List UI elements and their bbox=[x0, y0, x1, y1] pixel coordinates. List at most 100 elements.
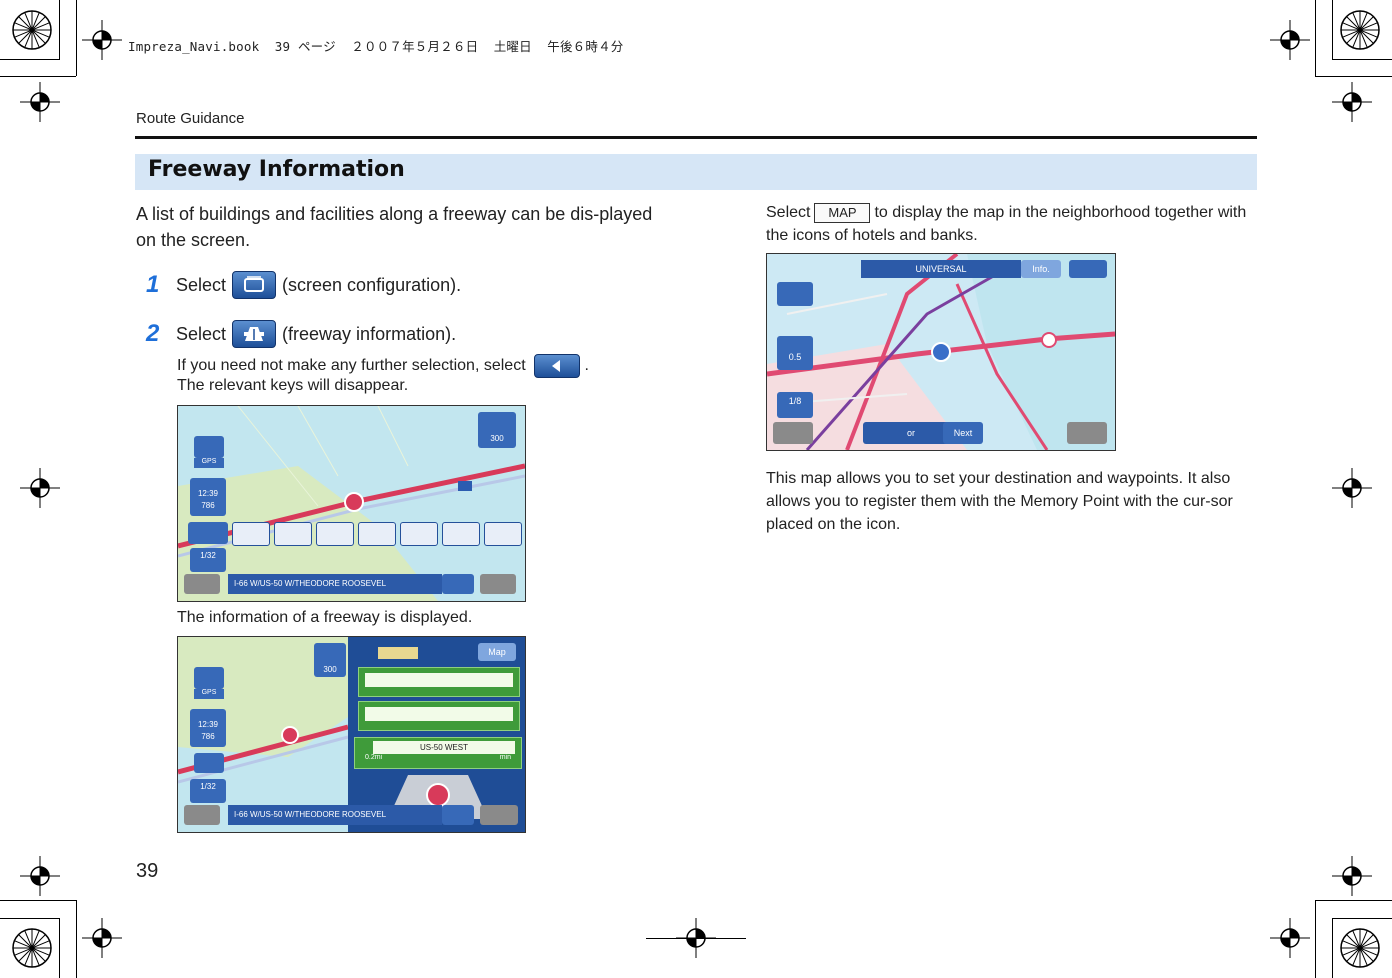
map-button[interactable]: Map bbox=[478, 643, 516, 661]
crosshair-target-icon bbox=[1332, 82, 1372, 122]
key-button[interactable] bbox=[484, 522, 522, 546]
note-line-2: The relevant keys will disappear. bbox=[177, 377, 409, 394]
zoom-out-button[interactable] bbox=[480, 574, 516, 594]
intro-paragraph: A list of buildings and facilities along… bbox=[136, 204, 653, 250]
map-description-paragraph: This map allows you to set your destinat… bbox=[766, 470, 1233, 533]
header-rule bbox=[135, 136, 1257, 139]
crop-mark bbox=[1332, 0, 1333, 60]
screen-config-key[interactable] bbox=[194, 753, 224, 773]
crop-mark bbox=[0, 59, 60, 60]
page-number: 39 bbox=[136, 860, 159, 882]
freeway-exit-entry[interactable]: US-50 WEST 0.2mi min bbox=[354, 737, 522, 769]
crop-mark bbox=[0, 900, 76, 901]
gps-label: GPS bbox=[194, 458, 224, 468]
map-key-button[interactable]: MAP bbox=[814, 202, 871, 223]
caption-freeway: The information of a freeway is displaye… bbox=[177, 609, 473, 626]
crosshair-target-icon bbox=[82, 20, 122, 60]
map-image bbox=[178, 406, 525, 601]
note-text-after: . bbox=[584, 357, 589, 375]
crosshair-target-icon bbox=[1332, 468, 1372, 508]
info-button[interactable]: Info. bbox=[1021, 260, 1061, 278]
next-button[interactable]: Next bbox=[943, 422, 983, 444]
registration-rosette-icon bbox=[12, 928, 52, 968]
road-status-bar: I-66 W/US-50 W/THEODORE ROOSEVEL bbox=[228, 805, 442, 825]
arrival-time: 12:39 bbox=[197, 720, 219, 729]
map-intro-before: Select bbox=[766, 204, 811, 221]
note-text: If you need not make any further selecti… bbox=[177, 357, 526, 375]
volume-button[interactable] bbox=[442, 574, 474, 594]
note-line: If you need not make any further selecti… bbox=[177, 354, 589, 378]
distance-panel: 0.5 bbox=[777, 336, 813, 370]
key-button[interactable] bbox=[316, 522, 354, 546]
nav-screen-poi-map: UNIVERSAL Info. 0.5 1/8 or Next bbox=[766, 253, 1116, 451]
remaining-distance: 786 bbox=[201, 501, 215, 510]
turn-distance: 300 bbox=[490, 434, 504, 443]
crosshair-target-icon bbox=[82, 918, 122, 958]
gps-label: GPS bbox=[194, 689, 224, 699]
time-distance-panel: 12:39 786 bbox=[190, 478, 226, 516]
freeway-info-button[interactable] bbox=[232, 320, 277, 348]
return-button[interactable] bbox=[1069, 260, 1107, 278]
crosshair-target-icon bbox=[20, 468, 60, 508]
key-button[interactable] bbox=[274, 522, 312, 546]
exit-label: US-50 WEST bbox=[373, 741, 515, 754]
north-indicator-icon[interactable] bbox=[194, 667, 224, 689]
crosshair-target-icon bbox=[1332, 856, 1372, 896]
key-button[interactable] bbox=[358, 522, 396, 546]
zoom-out-button[interactable] bbox=[1067, 422, 1107, 444]
freeway-info-panel: Map US-50 WEST 0.2mi min bbox=[348, 637, 525, 832]
step-number: 1 bbox=[146, 271, 160, 298]
vehicle-position-icon bbox=[426, 783, 450, 807]
nav-screen-keys: GPS 12:39 786 300 1/32 I-66 W/US-50 W/TH… bbox=[177, 405, 526, 602]
back-key-button[interactable] bbox=[188, 522, 228, 544]
key-button[interactable] bbox=[232, 522, 270, 546]
step-number: 2 bbox=[146, 320, 160, 347]
crosshair-target-icon bbox=[20, 856, 60, 896]
key-button[interactable] bbox=[400, 522, 438, 546]
crop-mark bbox=[1315, 900, 1316, 978]
crop-mark bbox=[1332, 59, 1392, 60]
turn-arrow-panel: 300 bbox=[314, 643, 346, 677]
freeway-info-key[interactable] bbox=[442, 522, 480, 546]
step-text-after: (screen configuration). bbox=[282, 274, 462, 295]
zoom-in-button[interactable] bbox=[184, 574, 220, 594]
zoom-in-button[interactable] bbox=[773, 422, 813, 444]
scale-indicator: 1/8 bbox=[777, 392, 813, 418]
crosshair-target-icon bbox=[1270, 918, 1310, 958]
crop-mark bbox=[59, 0, 60, 60]
crop-mark bbox=[646, 938, 746, 939]
scale-indicator: 1/32 bbox=[190, 548, 226, 572]
registration-rosette-icon bbox=[1340, 10, 1380, 50]
crop-mark bbox=[1315, 900, 1392, 901]
crop-mark bbox=[0, 918, 60, 919]
road-status-bar: I-66 W/US-50 W/THEODORE ROOSEVEL bbox=[228, 574, 442, 594]
crop-mark bbox=[1332, 918, 1333, 978]
north-indicator-icon[interactable] bbox=[194, 436, 224, 458]
arrival-time: 12:39 bbox=[197, 489, 219, 498]
poi-title-bar: UNIVERSAL bbox=[861, 260, 1021, 278]
zoom-out-button[interactable] bbox=[480, 805, 518, 825]
crosshair-target-icon bbox=[20, 82, 60, 122]
screen-config-icon bbox=[244, 276, 265, 292]
north-indicator-icon[interactable] bbox=[777, 282, 813, 306]
crop-mark bbox=[0, 76, 76, 77]
crop-mark bbox=[76, 0, 77, 76]
screen-config-button[interactable] bbox=[232, 271, 277, 299]
crop-mark bbox=[59, 918, 60, 978]
crosshair-target-icon bbox=[1270, 20, 1310, 60]
hide-keys-button[interactable] bbox=[534, 354, 581, 378]
running-head: Route Guidance bbox=[136, 110, 245, 127]
cursor-distance: 0.5 bbox=[788, 352, 802, 362]
crop-mark bbox=[1315, 0, 1316, 76]
freeway-info-icon bbox=[244, 327, 265, 341]
freeway-entry[interactable] bbox=[358, 701, 520, 731]
zoom-in-button[interactable] bbox=[184, 805, 220, 825]
key-row bbox=[184, 520, 522, 546]
volume-button[interactable] bbox=[442, 805, 474, 825]
nav-screen-freeway-info: GPS 12:39 786 1/32 300 Map US-50 WEST 0.… bbox=[177, 636, 526, 833]
turn-arrow-panel: 300 bbox=[478, 412, 516, 448]
scale-indicator: 1/32 bbox=[190, 779, 226, 803]
crop-mark bbox=[76, 900, 77, 978]
remaining-distance: 786 bbox=[201, 732, 215, 741]
freeway-entry[interactable] bbox=[358, 667, 520, 697]
